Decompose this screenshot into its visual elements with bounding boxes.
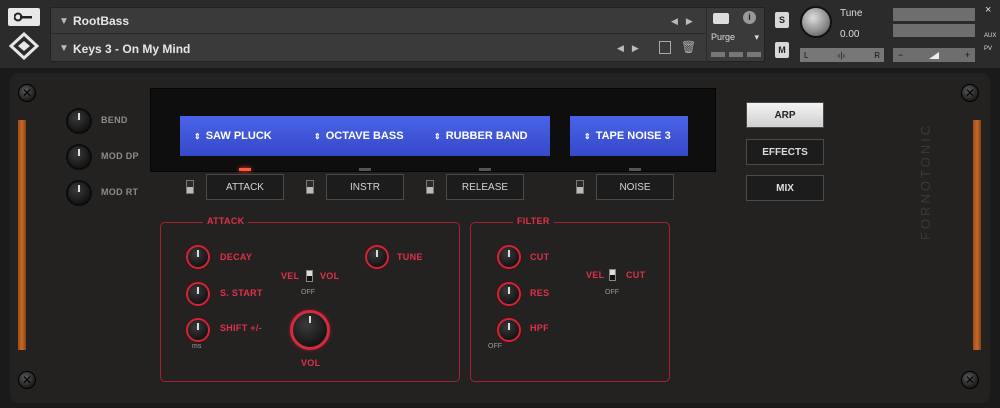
info-icon[interactable]: i [743, 11, 756, 24]
snapshot-column: i Purge ▾ [706, 8, 766, 63]
release-enable-toggle[interactable] [426, 180, 434, 194]
bend-knob[interactable] [66, 108, 92, 134]
volume-handle-icon[interactable] [929, 51, 939, 59]
led-indicator [629, 168, 641, 171]
mix-button[interactable]: MIX [746, 175, 824, 201]
wood-side-left [18, 120, 26, 350]
screw-icon: ✕ [961, 84, 979, 102]
aux-label[interactable]: AUX [984, 33, 996, 39]
resonance-knob[interactable] [497, 282, 521, 306]
led-indicator [479, 168, 491, 171]
attack-volume-knob[interactable] [290, 310, 330, 350]
dropdown-triangle-icon[interactable]: ▼ [59, 43, 73, 54]
instr-enable-toggle[interactable] [306, 180, 314, 194]
dropdown-triangle-icon[interactable]: ▼ [59, 16, 73, 27]
slot-release-selector[interactable]: ⇕ RUBBER BAND [434, 130, 544, 142]
instrument-name: RootBass [73, 14, 130, 28]
pan-center-icon: ‹|› [837, 50, 846, 60]
close-button[interactable]: × [985, 4, 991, 16]
preset-nav-arrows-icon[interactable]: ◀▶ [617, 43, 647, 54]
screw-icon: ✕ [18, 84, 36, 102]
arp-button[interactable]: ARP [746, 102, 824, 128]
tab-instr[interactable]: INSTR [326, 168, 404, 200]
attack-enable-toggle[interactable] [186, 180, 194, 194]
shift-unit: ms [192, 343, 202, 350]
mod-depth-knob[interactable] [66, 144, 92, 170]
cutoff-knob[interactable] [497, 245, 521, 269]
instrument-name-row[interactable]: ▼ RootBass ◀▶ [51, 9, 706, 34]
noise-enable-toggle[interactable] [576, 180, 584, 194]
tune-label: Tune [840, 8, 863, 19]
mod-rate-label: MOD RT [101, 187, 139, 197]
sample-start-label: S. START [220, 288, 263, 298]
filter-vel-label: VEL [586, 270, 605, 280]
vel-label: VEL [281, 271, 300, 281]
settings-button[interactable] [8, 8, 40, 26]
mod-rate-knob[interactable] [66, 180, 92, 206]
mute-button[interactable]: M [775, 42, 789, 58]
tab-noise[interactable]: NOISE [596, 168, 674, 200]
pan-slider[interactable]: L ‹|› R [800, 48, 884, 62]
volume-slider[interactable]: − + [893, 48, 975, 62]
hpf-knob[interactable] [497, 318, 521, 342]
preset-name-row[interactable]: ▼ Keys 3 - On My Mind ◀▶ 🗑 [51, 36, 706, 61]
screw-icon: ✕ [961, 371, 979, 389]
slot-attack-selector[interactable]: ⇕ SAW PLUCK [194, 130, 314, 142]
tab-release[interactable]: RELEASE [446, 168, 524, 200]
sound-slots-panel: ⇕ SAW PLUCK ⇕ OCTAVE BASS ⇕ RUBBER BAND [180, 116, 550, 156]
tune-knob-attack[interactable] [365, 245, 389, 269]
tune-value[interactable]: 0.00 [840, 29, 859, 40]
save-icon[interactable] [659, 41, 671, 54]
updown-arrows-icon: ⇕ [584, 131, 591, 141]
decay-knob[interactable] [186, 245, 210, 269]
instrument-info-box: ▼ RootBass ◀▶ ▼ Keys 3 - On My Mind ◀▶ 🗑… [50, 7, 766, 63]
purge-meter [711, 52, 761, 57]
chevron-down-icon: ▾ [754, 32, 759, 42]
screw-icon: ✕ [18, 371, 36, 389]
pv-label[interactable]: PV [984, 46, 992, 52]
tune-label-attack: TUNE [397, 252, 423, 262]
vel-vol-switch[interactable] [306, 270, 313, 282]
attack-volume-label: VOL [301, 358, 321, 368]
wood-side-right [973, 120, 981, 350]
filter-vel-off-label: OFF [605, 289, 619, 296]
attack-section-title: ATTACK [203, 216, 249, 226]
hpf-off-label: OFF [488, 343, 502, 350]
wrench-icon [14, 12, 32, 22]
noise-slot-panel: ⇕ TAPE NOISE 3 [570, 116, 688, 156]
filter-section-title: FILTER [513, 216, 554, 226]
instrument-nav-arrows-icon[interactable]: ◀▶ [671, 16, 701, 27]
tune-knob[interactable] [800, 6, 832, 38]
resonance-label: RES [530, 288, 550, 298]
vel-cut-switch[interactable] [609, 269, 616, 281]
decay-label: DECAY [220, 252, 253, 262]
level-meters [893, 8, 975, 40]
solo-button[interactable]: S [775, 12, 789, 28]
brand-name: FORNOTONIC [918, 122, 933, 240]
cutoff-label: CUT [530, 252, 550, 262]
preset-name: Keys 3 - On My Mind [73, 41, 191, 56]
led-indicator [239, 168, 251, 171]
updown-arrows-icon: ⇕ [194, 131, 201, 141]
effects-button[interactable]: EFFECTS [746, 139, 824, 165]
slot-instr-selector[interactable]: ⇕ OCTAVE BASS [314, 130, 434, 142]
slot-noise-selector[interactable]: ⇕ TAPE NOISE 3 [584, 130, 671, 142]
camera-icon[interactable] [713, 13, 729, 24]
trash-icon[interactable]: 🗑 [681, 40, 696, 54]
shift-label: SHIFT +/- [220, 323, 262, 333]
sample-start-knob[interactable] [186, 282, 210, 306]
hpf-label: HPF [530, 323, 549, 333]
mod-depth-label: MOD DP [101, 151, 139, 161]
brand-logo-icon [8, 31, 40, 61]
led-indicator [359, 168, 371, 171]
filter-cut-label: CUT [626, 270, 646, 280]
shift-knob[interactable] [186, 318, 210, 342]
vel-off-label: OFF [301, 289, 315, 296]
tab-attack[interactable]: ATTACK [206, 168, 284, 200]
updown-arrows-icon: ⇕ [314, 131, 321, 141]
vol-label: VOL [320, 271, 340, 281]
purge-menu[interactable]: Purge ▾ [707, 32, 765, 43]
bend-label: BEND [101, 115, 128, 125]
updown-arrows-icon: ⇕ [434, 131, 441, 141]
